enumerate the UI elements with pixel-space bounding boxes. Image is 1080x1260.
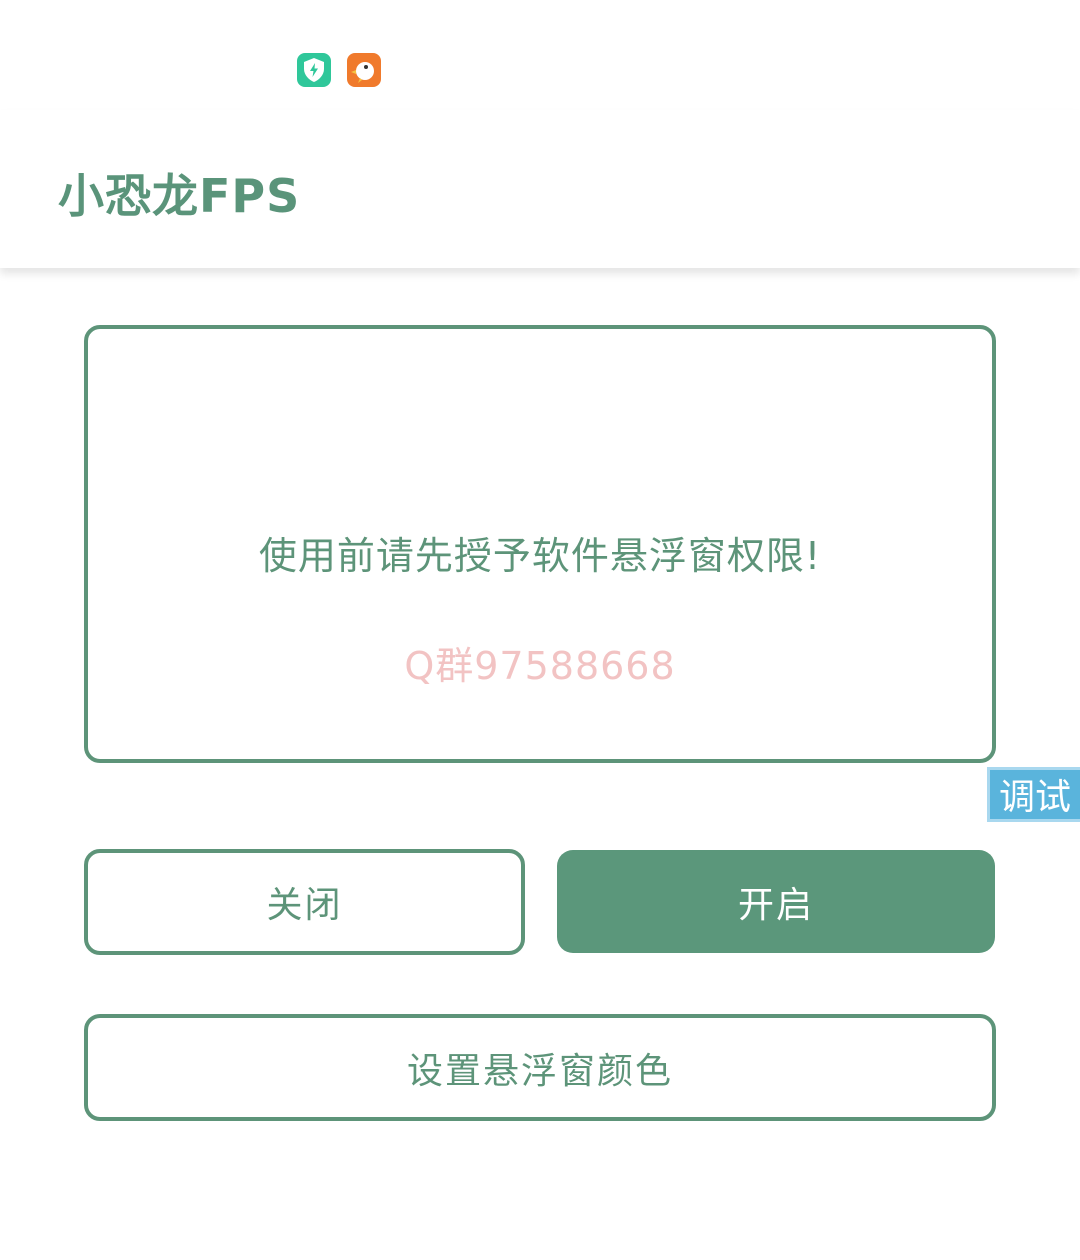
duck-icon [347, 53, 381, 87]
app-screen: 小恐龙FPS 使用前请先授予软件悬浮窗权限! Q群97588668 调试 关闭 … [0, 0, 1080, 1260]
status-bar-icons [297, 53, 381, 87]
open-button[interactable]: 开启 [557, 850, 995, 953]
qq-group-contact: Q群97588668 [404, 644, 676, 688]
shield-bolt-icon [297, 53, 331, 87]
info-card: 使用前请先授予软件悬浮窗权限! Q群97588668 [84, 325, 996, 763]
set-floating-window-color-button[interactable]: 设置悬浮窗颜色 [84, 1014, 996, 1121]
close-button[interactable]: 关闭 [84, 849, 525, 955]
app-bar: 小恐龙FPS [0, 110, 1080, 268]
app-title: 小恐龙FPS [58, 169, 301, 223]
permission-message: 使用前请先授予软件悬浮窗权限! [258, 534, 822, 578]
debug-button[interactable]: 调试 [987, 767, 1080, 822]
